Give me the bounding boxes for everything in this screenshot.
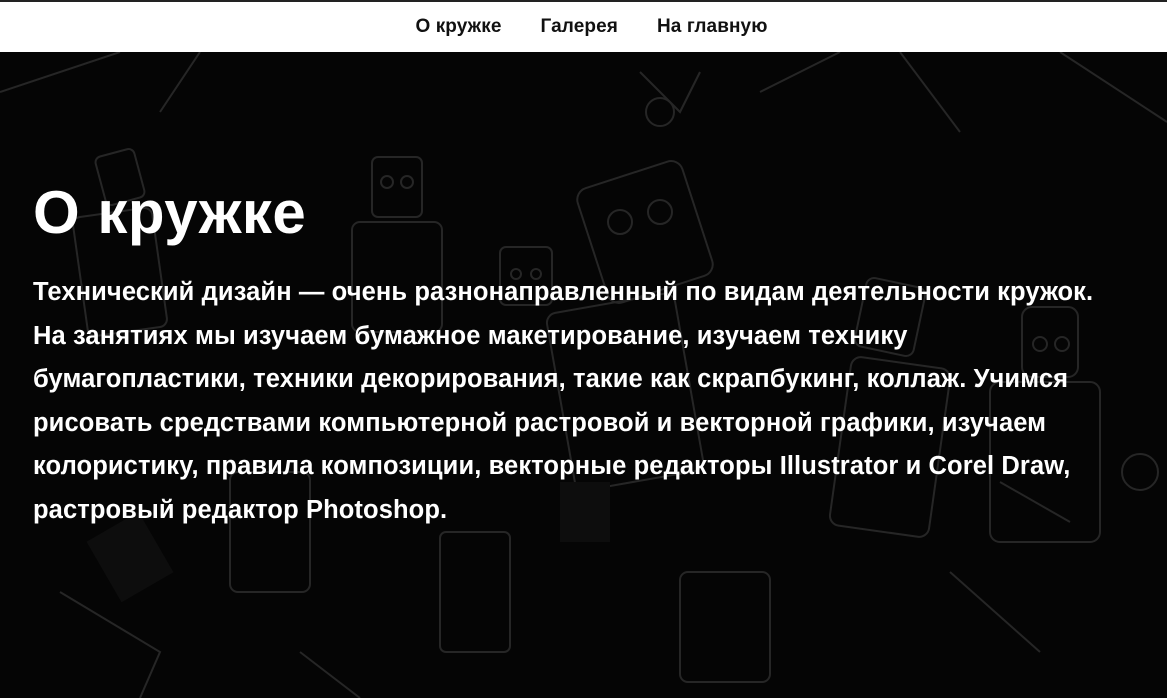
main-nav: О кружке Галерея На главную	[415, 16, 767, 38]
top-navigation-bar: О кружке Галерея На главную	[0, 0, 1167, 52]
page-title: О кружке	[33, 179, 307, 246]
hero-section: О кружке Технический дизайн — очень разн…	[0, 52, 1167, 698]
nav-link-home[interactable]: На главную	[657, 16, 768, 38]
hero-content: О кружке Технический дизайн — очень разн…	[33, 177, 1133, 532]
nav-link-gallery[interactable]: Галерея	[541, 16, 618, 38]
club-description: Технический дизайн — очень разнонаправле…	[33, 278, 1094, 524]
nav-link-about[interactable]: О кружке	[415, 16, 501, 38]
